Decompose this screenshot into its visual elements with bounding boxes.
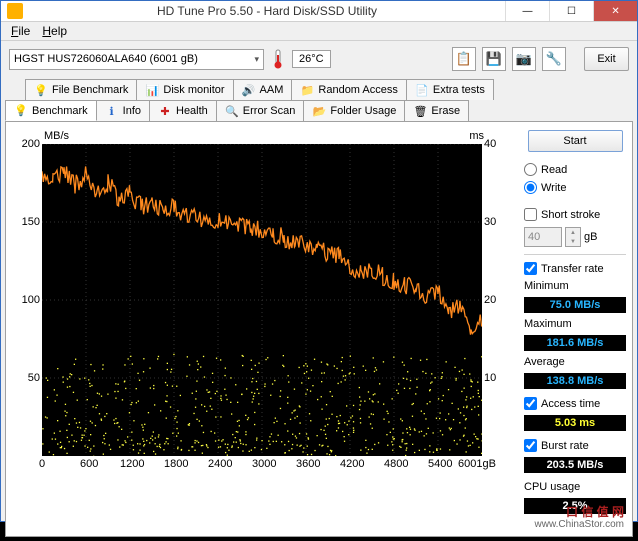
x-tick: 1800: [164, 458, 188, 470]
access-time-label: Access time: [541, 398, 600, 410]
tab-benchmark[interactable]: 💡Benchmark: [5, 100, 97, 121]
chevron-down-icon: ▼: [566, 237, 580, 246]
side-panel: Start Read Write Short stroke 40 ▲▼ gB T…: [522, 126, 628, 532]
info-icon: ℹ: [105, 104, 119, 118]
copy-info-button[interactable]: 📋: [452, 47, 476, 71]
disk-monitor-icon: 📊: [145, 83, 159, 97]
y1-tick: 150: [22, 216, 40, 228]
titlebar: HD Tune Pro 5.50 - Hard Disk/SSD Utility…: [1, 1, 637, 21]
app-icon: [7, 3, 23, 19]
short-stroke-unit: gB: [584, 231, 597, 243]
average-label: Average: [524, 356, 626, 368]
save-button[interactable]: 💾: [482, 47, 506, 71]
short-stroke-value[interactable]: 40: [524, 227, 562, 247]
tab-folder-usage[interactable]: 📂Folder Usage: [303, 100, 405, 121]
x-tick: 4800: [384, 458, 408, 470]
minimum-label: Minimum: [524, 280, 626, 292]
minimize-button[interactable]: —: [505, 1, 549, 21]
transfer-rate-check[interactable]: [524, 262, 537, 275]
y2-tick: 20: [484, 294, 496, 306]
burst-rate-label: Burst rate: [541, 440, 589, 452]
tab-extra-tests[interactable]: 📄Extra tests: [406, 79, 494, 100]
health-icon: ✚: [158, 104, 172, 118]
temperature-readout: 26°C: [292, 50, 331, 68]
chevron-down-icon: ▾: [254, 54, 259, 65]
screenshot-button[interactable]: 📷: [512, 47, 536, 71]
minimum-value: 75.0 MB/s: [524, 297, 626, 313]
window-title: HD Tune Pro 5.50 - Hard Disk/SSD Utility: [157, 4, 377, 18]
short-stroke-label: Short stroke: [541, 209, 600, 221]
x-tick: 3000: [252, 458, 276, 470]
chevron-up-icon: ▲: [566, 228, 580, 237]
file-benchmark-icon: 💡: [34, 83, 48, 97]
tab-random-access[interactable]: 📁Random Access: [291, 79, 406, 100]
access-time-value: 5.03 ms: [524, 415, 626, 431]
transfer-rate-label: Transfer rate: [541, 263, 604, 275]
tab-info[interactable]: ℹInfo: [96, 100, 150, 121]
close-button[interactable]: ✕: [593, 1, 637, 21]
menu-file[interactable]: File: [5, 22, 36, 40]
x-tick: 1200: [120, 458, 144, 470]
short-stroke-check[interactable]: [524, 208, 537, 221]
toolbar: HGST HUS726060ALA640 (6001 gB) ▾ 26°C 📋 …: [1, 41, 637, 77]
folder-icon: 📂: [312, 104, 326, 118]
y2-tick: 40: [484, 138, 496, 150]
maximize-button[interactable]: ☐: [549, 1, 593, 21]
tab-health[interactable]: ✚Health: [149, 100, 217, 121]
extra-tests-icon: 📄: [415, 83, 429, 97]
x-tick: 2400: [208, 458, 232, 470]
read-label: Read: [541, 164, 567, 176]
x-tick: 3600: [296, 458, 320, 470]
exit-button[interactable]: Exit: [584, 47, 629, 71]
tab-erase[interactable]: 🗑Erase: [404, 100, 469, 121]
menubar: File Help: [1, 21, 637, 41]
maximum-value: 181.6 MB/s: [524, 335, 626, 351]
write-label: Write: [541, 182, 566, 194]
y2-tick: 30: [484, 216, 496, 228]
benchmark-icon: 💡: [14, 104, 28, 118]
tab-disk-monitor[interactable]: 📊Disk monitor: [136, 79, 233, 100]
burst-rate-value: 203.5 MB/s: [524, 457, 626, 473]
average-value: 138.8 MB/s: [524, 373, 626, 389]
y1-tick: 100: [22, 294, 40, 306]
access-time-check[interactable]: [524, 397, 537, 410]
x-tick: 0: [39, 458, 45, 470]
benchmark-panel: MB/s ms 200 150 100 50 40 30 20 10 0 600…: [5, 121, 633, 537]
x-tick: 6001gB: [458, 458, 496, 470]
chart-svg: [42, 144, 482, 456]
menu-help[interactable]: Help: [36, 22, 73, 40]
random-access-icon: 📁: [300, 83, 314, 97]
chart-container: MB/s ms 200 150 100 50 40 30 20 10 0 600…: [10, 126, 510, 532]
drive-select[interactable]: HGST HUS726060ALA640 (6001 gB) ▾: [9, 49, 264, 70]
trash-icon: 🗑: [413, 104, 427, 118]
chart-plot-area: 200 150 100 50 40 30 20 10 0 600 1200 18…: [42, 144, 482, 456]
y2-tick: 10: [484, 372, 496, 384]
tab-aam[interactable]: 🔊AAM: [233, 79, 293, 100]
options-button[interactable]: 🔧: [542, 47, 566, 71]
start-button[interactable]: Start: [528, 130, 623, 152]
burst-rate-check[interactable]: [524, 439, 537, 452]
x-tick: 5400: [428, 458, 452, 470]
read-radio[interactable]: [524, 163, 537, 176]
drive-select-value: HGST HUS726060ALA640 (6001 gB): [14, 53, 198, 65]
app-window: HD Tune Pro 5.50 - Hard Disk/SSD Utility…: [0, 0, 638, 522]
error-scan-icon: 🔍: [225, 104, 239, 118]
y1-tick: 50: [28, 372, 40, 384]
y1-axis-label: MB/s: [44, 130, 69, 142]
cpu-usage-label: CPU usage: [524, 481, 626, 493]
x-tick: 4200: [340, 458, 364, 470]
write-radio[interactable]: [524, 181, 537, 194]
y2-axis-label: ms: [469, 130, 484, 142]
watermark: 口 信 值 网 www.ChinaStor.com: [535, 506, 624, 530]
speaker-icon: 🔊: [242, 83, 256, 97]
thermometer-icon: [270, 48, 286, 70]
tab-file-benchmark[interactable]: 💡File Benchmark: [25, 79, 137, 100]
tab-error-scan[interactable]: 🔍Error Scan: [216, 100, 305, 121]
y1-tick: 200: [22, 138, 40, 150]
maximum-label: Maximum: [524, 318, 626, 330]
tabs-area: 💡File Benchmark 📊Disk monitor 🔊AAM 📁Rand…: [1, 77, 637, 541]
short-stroke-spinner[interactable]: ▲▼: [565, 227, 581, 247]
x-tick: 600: [80, 458, 98, 470]
